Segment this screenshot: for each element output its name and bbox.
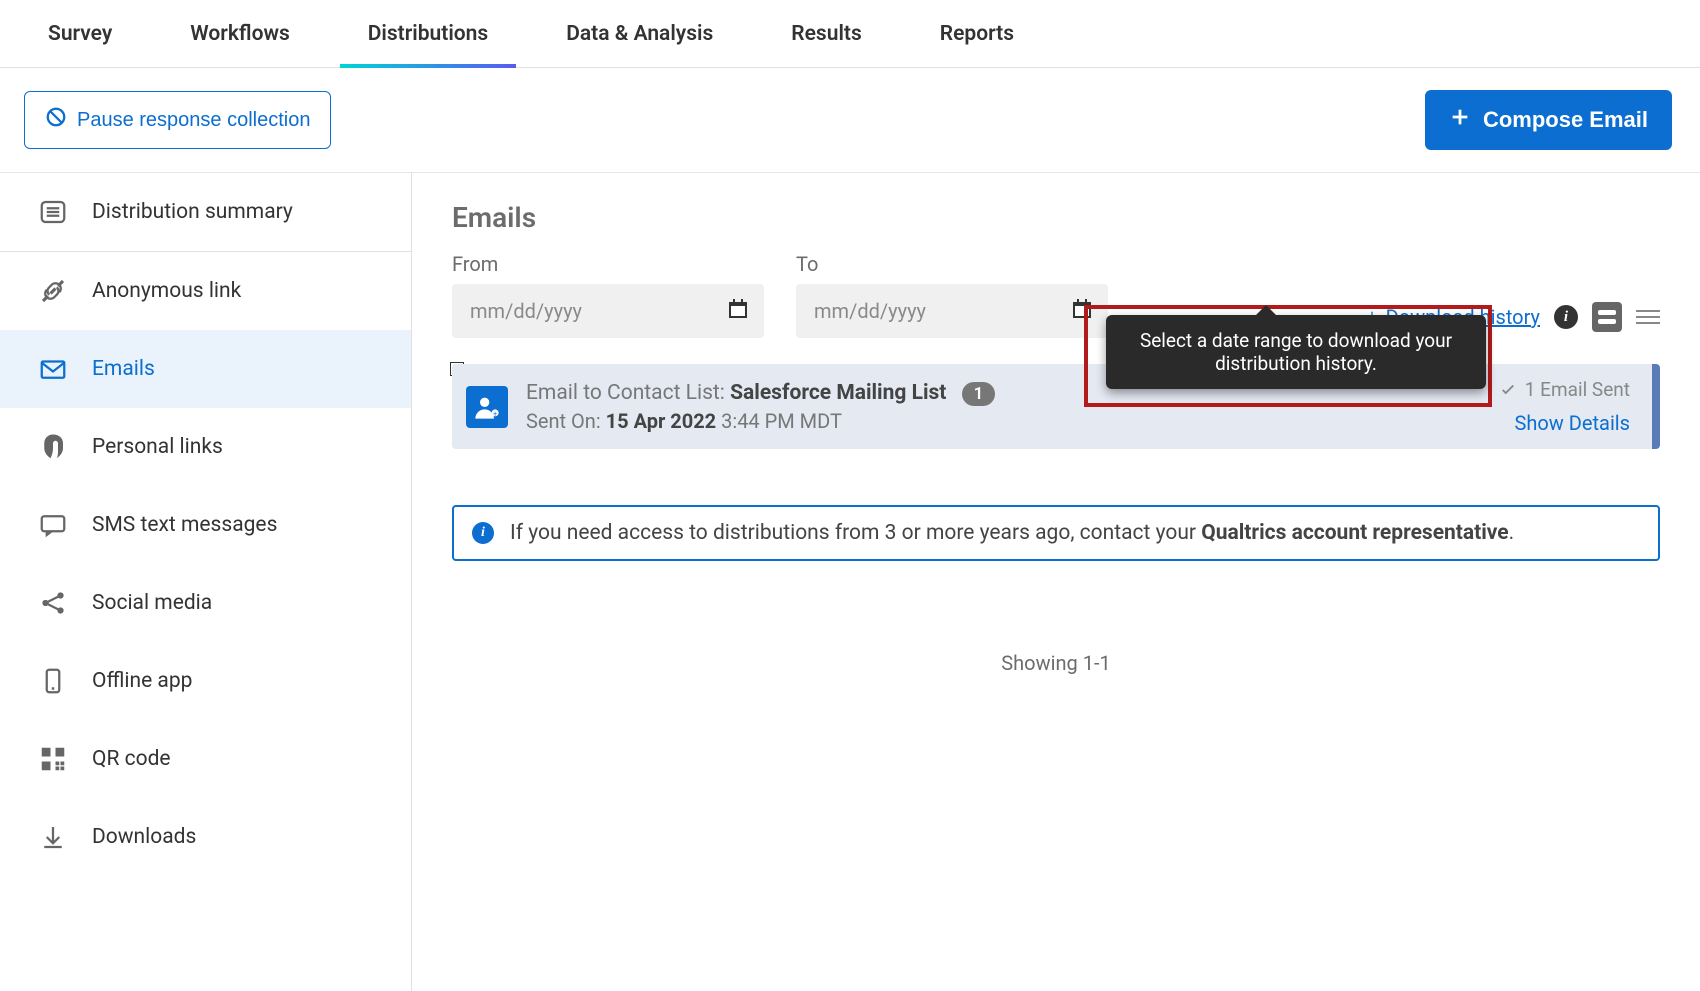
no-entry-icon xyxy=(45,106,67,134)
dist-count-badge: 1 xyxy=(962,382,996,406)
contact-avatar-icon: + xyxy=(466,386,508,428)
pause-response-button[interactable]: Pause response collection xyxy=(24,91,331,149)
sidebar-item-label: Downloads xyxy=(92,825,196,849)
sent-time: 3:44 PM MDT xyxy=(721,409,842,433)
tab-survey[interactable]: Survey xyxy=(38,0,122,68)
info-icon[interactable]: i xyxy=(1554,305,1578,329)
summary-icon xyxy=(36,195,70,229)
chat-icon xyxy=(36,508,70,542)
distribution-status: 1 Email Sent xyxy=(1499,378,1630,401)
fingerprint-icon xyxy=(36,430,70,464)
action-bar: Pause response collection Compose Email xyxy=(0,68,1700,173)
calendar-icon xyxy=(1070,297,1094,326)
sent-date: 15 Apr 2022 xyxy=(606,409,716,433)
distribution-row: + Email to Contact List: Salesforce Mail… xyxy=(452,364,1660,449)
content-area: Emails From mm/dd/yyyy To mm/dd/yyyy xyxy=(412,173,1700,991)
from-placeholder: mm/dd/yyyy xyxy=(470,299,582,323)
sidebar-item-label: Emails xyxy=(92,357,155,381)
sidebar-item-label: Personal links xyxy=(92,435,223,459)
tab-reports[interactable]: Reports xyxy=(930,0,1024,68)
download-icon xyxy=(36,820,70,854)
distribution-right: 1 Email Sent Show Details xyxy=(1499,378,1630,435)
tab-data-analysis[interactable]: Data & Analysis xyxy=(556,0,723,68)
from-date-group: From mm/dd/yyyy xyxy=(452,252,764,338)
sidebar-item-downloads[interactable]: Downloads xyxy=(0,798,411,876)
to-placeholder: mm/dd/yyyy xyxy=(814,299,926,323)
sidebar-item-emails[interactable]: Emails xyxy=(0,330,411,408)
share-icon xyxy=(36,586,70,620)
top-tabs: Survey Workflows Distributions Data & An… xyxy=(0,0,1700,68)
email-icon xyxy=(36,352,70,386)
qr-icon xyxy=(36,742,70,776)
showing-label: Showing 1-1 xyxy=(452,651,1660,675)
main-layout: Distribution summary Anonymous link Emai… xyxy=(0,173,1700,991)
info-banner-icon: i xyxy=(472,522,494,544)
sidebar-item-sms[interactable]: SMS text messages xyxy=(0,486,411,564)
download-history-label: Download history xyxy=(1386,305,1540,329)
sidebar-item-social[interactable]: Social media xyxy=(0,564,411,642)
sidebar-item-label: Distribution summary xyxy=(92,200,293,224)
sidebar: Distribution summary Anonymous link Emai… xyxy=(0,173,412,991)
info-banner-text: If you need access to distributions from… xyxy=(510,521,1514,545)
calendar-icon xyxy=(726,297,750,326)
sidebar-item-summary[interactable]: Distribution summary xyxy=(0,173,411,252)
info-banner: i If you need access to distributions fr… xyxy=(452,505,1660,561)
download-history-link[interactable]: Download history xyxy=(1364,305,1540,329)
svg-text:+: + xyxy=(493,410,497,418)
link-icon xyxy=(36,274,70,308)
distribution-card[interactable]: + Email to Contact List: Salesforce Mail… xyxy=(452,364,1660,449)
sidebar-item-label: SMS text messages xyxy=(92,513,277,537)
status-text: 1 Email Sent xyxy=(1525,378,1630,401)
right-controls: Download history i xyxy=(1364,302,1660,332)
compose-label: Compose Email xyxy=(1483,107,1648,133)
distribution-text: Email to Contact List: Salesforce Mailin… xyxy=(526,381,1481,433)
filters-row: From mm/dd/yyyy To mm/dd/yyyy Download h… xyxy=(452,252,1660,338)
from-date-input[interactable]: mm/dd/yyyy xyxy=(452,284,764,338)
sidebar-item-label: Social media xyxy=(92,591,212,615)
sidebar-item-personal[interactable]: Personal links xyxy=(0,408,411,486)
tab-distributions[interactable]: Distributions xyxy=(358,0,498,68)
pause-label: Pause response collection xyxy=(77,109,310,132)
sidebar-item-label: Anonymous link xyxy=(92,279,241,303)
sidebar-item-label: QR code xyxy=(92,747,171,771)
sidebar-item-offline[interactable]: Offline app xyxy=(0,642,411,720)
list-view-button[interactable] xyxy=(1636,305,1660,329)
dist-list-name: Salesforce Mailing List xyxy=(730,381,946,405)
show-details-link[interactable]: Show Details xyxy=(1515,411,1631,435)
to-date-input[interactable]: mm/dd/yyyy xyxy=(796,284,1108,338)
to-date-group: To mm/dd/yyyy xyxy=(796,252,1108,338)
dist-prefix: Email to Contact List: xyxy=(526,381,725,405)
sent-label: Sent On: xyxy=(526,409,601,433)
sidebar-item-label: Offline app xyxy=(92,669,192,693)
sidebar-item-anonymous[interactable]: Anonymous link xyxy=(0,252,411,330)
phone-icon xyxy=(36,664,70,698)
sidebar-item-qr[interactable]: QR code xyxy=(0,720,411,798)
tab-workflows[interactable]: Workflows xyxy=(180,0,299,68)
compact-view-button[interactable] xyxy=(1592,302,1622,332)
page-title: Emails xyxy=(452,201,1660,234)
to-label: To xyxy=(796,252,1108,276)
plus-icon xyxy=(1449,106,1471,134)
tab-results[interactable]: Results xyxy=(781,0,871,68)
compose-email-button[interactable]: Compose Email xyxy=(1425,90,1672,150)
from-label: From xyxy=(452,252,764,276)
